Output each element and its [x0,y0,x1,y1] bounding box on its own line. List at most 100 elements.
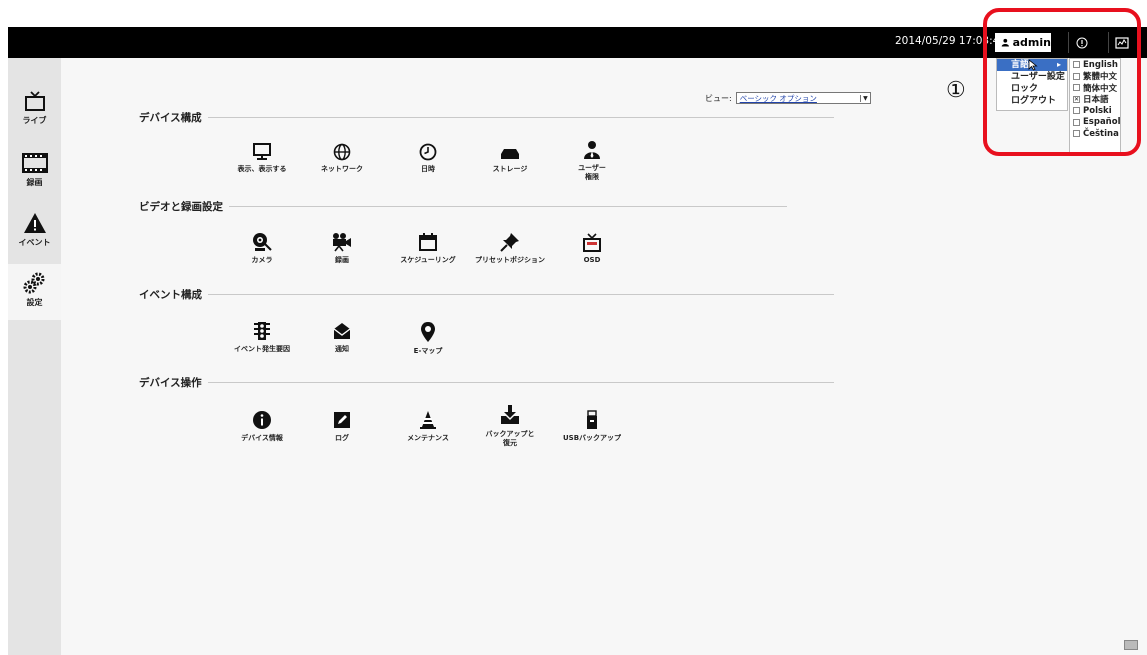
tile-network[interactable]: ネットワーク [302,143,382,174]
cone-icon [420,411,436,429]
tile-label: E-マップ [413,347,443,355]
display-icon [253,143,271,160]
checkbox[interactable] [1073,118,1080,126]
admin-user-label: admin [1012,36,1051,49]
view-select-value: ベーシック オプション [739,93,817,103]
traffic-light-icon [254,322,270,340]
language-option-simplified-chinese[interactable]: 簡体中文 [1070,82,1120,94]
log-edit-icon [334,412,350,428]
sidebar-item-recording[interactable]: 録画 [8,152,61,188]
checkbox[interactable] [1073,72,1080,80]
language-option-polish[interactable]: Polski [1070,105,1120,117]
language-label: Polski [1083,105,1112,116]
tile-label: ユーザー 権限 [578,164,606,181]
tile-label: メンテナンス [407,434,449,442]
pushpin-icon [500,233,519,252]
datetime-display: 2014/05/29 17:03:4 [895,35,1000,47]
section-event-config: イベント構成 [139,287,834,302]
sidebar-item-label: 設定 [26,298,43,307]
usb-drive-icon [587,410,597,429]
tile-log[interactable]: ログ [302,410,382,443]
tile-notification[interactable]: 通知 [302,321,382,354]
tile-label: ネットワーク [321,165,363,173]
language-option-english[interactable]: English [1070,59,1120,71]
section-video-recording: ビデオと録画設定 [139,199,787,214]
language-label: English [1083,59,1118,70]
sidebar-item-event[interactable]: イベント [8,212,61,248]
tile-label: ログ [335,434,349,442]
clock-icon [419,143,437,161]
view-select[interactable]: ベーシック オプション ▼ [735,92,871,104]
tile-usb-backup[interactable]: USBバックアップ [552,410,632,443]
checkbox[interactable] [1073,130,1080,138]
tile-label: バックアップと 復元 [485,430,535,447]
tile-label: 表示、表示する [237,165,287,173]
tile-user-permissions[interactable]: ユーザー 権限 [552,140,632,182]
section-divider [208,294,834,295]
tile-label: USBバックアップ [562,434,622,442]
tile-label: OSD [583,256,601,264]
map-pin-icon [421,322,435,342]
section-title: イベント構成 [139,289,202,301]
tile-label: プリセットポジション [475,256,545,264]
menu-item-user-settings[interactable]: ユーザー設定 [997,71,1067,83]
camera-icon [253,233,272,251]
checkbox[interactable] [1073,84,1080,92]
language-option-czech[interactable]: Čeština [1070,128,1120,140]
menu-item-lock[interactable]: ロック [997,83,1067,95]
tile-label: ストレージ [492,165,528,173]
tile-event-trigger[interactable]: イベント発生要因 [222,321,302,354]
tile-label: スケジューリング [400,256,456,264]
checkbox-checked[interactable]: ✕ [1073,95,1080,103]
tile-preset-position[interactable]: プリセットポジション [470,232,550,265]
tile-maintenance[interactable]: メンテナンス [388,410,468,443]
section-title: ビデオと録画設定 [139,201,223,213]
alert-icon [1076,37,1088,48]
sidebar-item-live[interactable]: ライブ [8,90,61,126]
section-device-config: デバイス構成 [139,110,834,125]
info-icon [253,411,271,429]
tile-scheduling[interactable]: スケジューリング [388,232,468,265]
monitor-button[interactable] [1108,32,1135,53]
alert-button[interactable] [1068,32,1095,53]
tile-osd[interactable]: OSD [552,232,632,265]
section-divider [207,382,834,383]
language-label: Čeština [1083,128,1119,139]
chevron-down-icon: ▼ [860,94,868,102]
user-icon [584,141,600,159]
storage-icon [501,149,519,159]
envelope-icon [333,323,351,339]
tile-storage[interactable]: ストレージ [470,143,550,174]
tile-camera[interactable]: カメラ [222,232,302,265]
language-label: 繁體中文 [1083,72,1118,83]
language-option-spanish[interactable]: Español [1070,117,1121,129]
tile-device-info[interactable]: デバイス情報 [222,410,302,443]
tile-label: 通知 [335,345,349,353]
video-camera-icon [333,233,351,252]
keyboard-icon[interactable] [1124,640,1138,650]
tile-backup-restore[interactable]: バックアップと 復元 [470,404,550,448]
tile-display[interactable]: 表示、表示する [222,143,302,174]
language-submenu: English 繁體中文 簡体中文 ✕ 日本語 Polski Español Č… [1069,58,1121,153]
globe-icon [333,143,351,161]
sidebar-item-label: イベント [18,238,51,247]
checkbox[interactable] [1073,107,1080,115]
warning-icon [23,213,46,233]
tile-recording[interactable]: 録画 [302,232,382,265]
section-title: デバイス構成 [139,112,202,124]
sidebar-item-settings[interactable]: 設定 [8,264,61,320]
language-option-japanese[interactable]: ✕ 日本語 [1070,94,1120,105]
language-label: 簡体中文 [1083,83,1118,94]
admin-user-button[interactable]: admin [995,33,1051,52]
tile-datetime[interactable]: 日時 [388,143,468,174]
tv-icon [24,91,45,111]
language-option-traditional-chinese[interactable]: 繁體中文 [1070,71,1120,83]
sidebar-item-label: ライブ [22,116,47,125]
menu-item-logout[interactable]: ログアウト [997,95,1067,107]
monitor-icon [1115,36,1129,49]
checkbox[interactable] [1073,61,1080,69]
tile-label: イベント発生要因 [234,345,290,353]
tile-emap[interactable]: E-マップ [388,321,468,356]
gears-icon [23,272,44,294]
tile-label: デバイス情報 [241,434,283,442]
